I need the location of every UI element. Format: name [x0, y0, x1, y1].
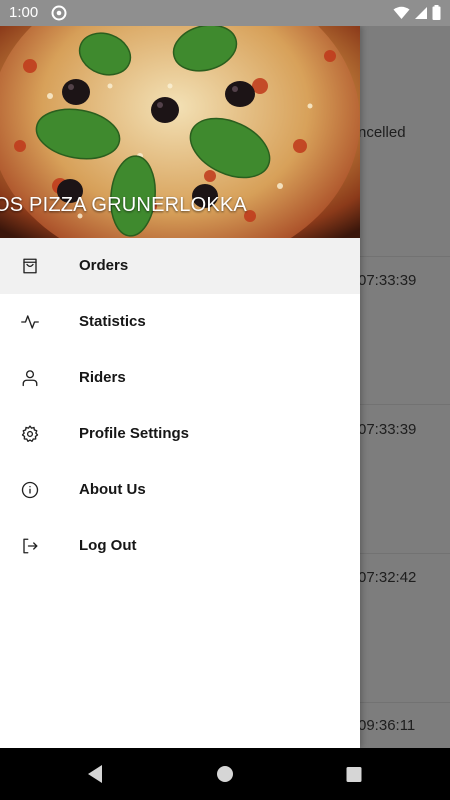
order-status-text: ncelled	[358, 124, 406, 141]
menu-item-orders[interactable]: Orders	[0, 238, 360, 294]
system-nav-bar	[0, 748, 450, 800]
battery-icon	[432, 5, 441, 20]
recents-icon[interactable]	[345, 764, 363, 784]
divider	[360, 553, 450, 554]
order-time-text: 09:36:11	[358, 717, 416, 734]
menu-item-label: Orders	[79, 257, 129, 274]
menu-item-label: Riders	[79, 369, 126, 386]
back-icon[interactable]	[86, 764, 104, 784]
menu-item-label: Statistics	[79, 313, 146, 330]
status-time: 1:00	[9, 4, 39, 21]
user-icon	[22, 370, 38, 387]
order-time-text: 07:32:42	[358, 569, 417, 586]
activity-icon	[21, 315, 39, 329]
at-sign-icon	[51, 5, 67, 21]
order-time-text: 07:33:39	[358, 421, 417, 438]
status-bar: 1:00	[0, 0, 450, 26]
gear-icon	[21, 425, 39, 443]
shopping-bag-icon	[23, 258, 37, 274]
status-icons	[393, 5, 441, 20]
menu-item-riders[interactable]: Riders	[0, 350, 360, 406]
menu-item-statistics[interactable]: Statistics	[0, 294, 360, 350]
divider	[360, 256, 450, 257]
divider	[360, 702, 450, 703]
log-out-icon	[23, 538, 38, 554]
divider	[360, 404, 450, 405]
order-time-text: 07:33:39	[358, 272, 417, 289]
wifi-icon	[393, 6, 410, 19]
menu-item-profile-settings[interactable]: Profile Settings	[0, 406, 360, 462]
store-name: OS PIZZA GRUNERLOKKA	[0, 194, 247, 216]
menu-item-about-us[interactable]: About Us	[0, 462, 360, 518]
menu-item-log-out[interactable]: Log Out	[0, 518, 360, 574]
menu-item-label: Profile Settings	[79, 425, 190, 442]
drawer-menu: Orders Statistics Riders Profile Setting…	[0, 238, 360, 574]
menu-item-label: About Us	[79, 481, 146, 498]
signal-icon	[415, 6, 427, 19]
menu-item-label: Log Out	[79, 537, 137, 554]
navigation-drawer: OS PIZZA GRUNERLOKKA Orders Statistics R…	[0, 26, 360, 748]
home-icon[interactable]	[216, 764, 234, 784]
drawer-header: OS PIZZA GRUNERLOKKA	[0, 26, 360, 238]
info-icon	[21, 481, 39, 499]
